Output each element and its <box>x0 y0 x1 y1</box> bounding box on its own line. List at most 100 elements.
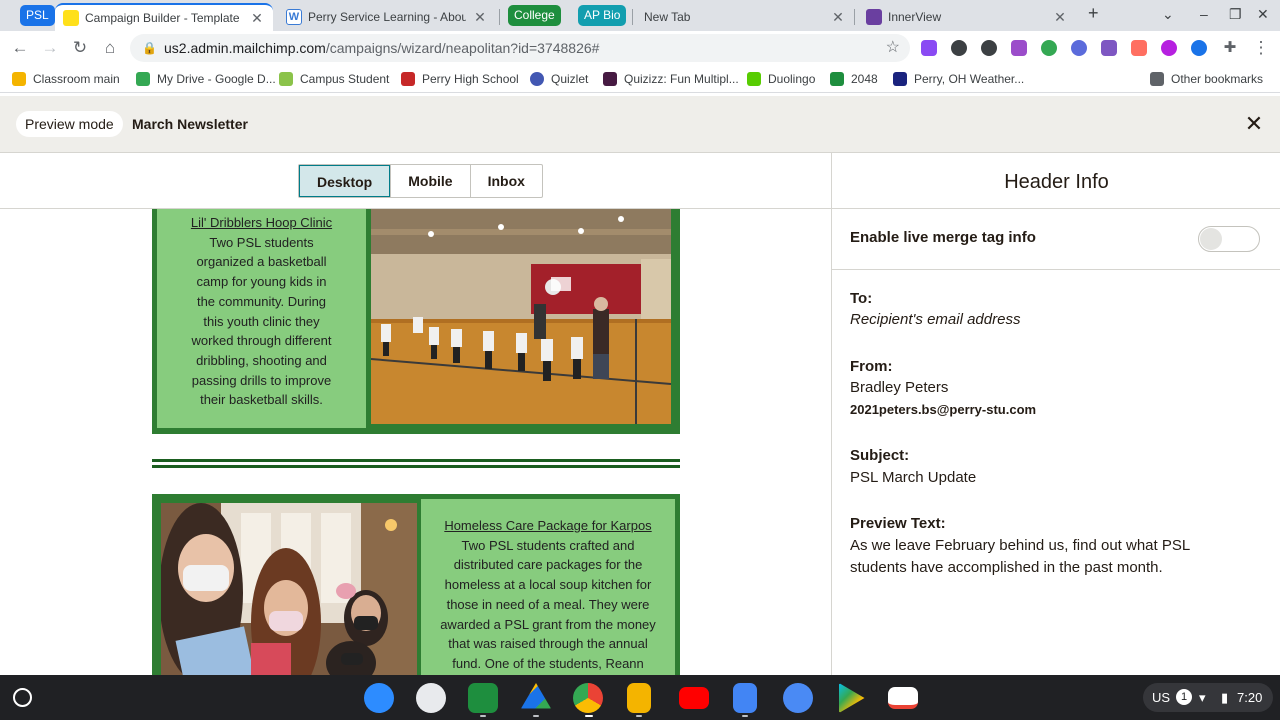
article-line: the community. During <box>196 293 327 309</box>
tab-innerview[interactable]: InnerView ✕ <box>858 3 1076 31</box>
tab-group-psl[interactable]: PSL <box>20 5 55 26</box>
email-preview-pane: Desktop Mobile Inbox Lil' Dribblers Hoop… <box>0 153 831 675</box>
files-icon[interactable] <box>783 683 813 713</box>
back-icon[interactable]: ← <box>9 37 31 59</box>
close-window-icon[interactable]: ✕ <box>1257 6 1269 23</box>
divider <box>832 208 1280 209</box>
clock: 7:20 <box>1237 690 1263 705</box>
tab-separator <box>499 9 500 25</box>
tab-new-tab[interactable]: New Tab ✕ <box>636 3 854 31</box>
extension-icon[interactable] <box>1101 40 1117 56</box>
article-line: their basketball skills. <box>200 392 323 408</box>
article-line: dribbling, shooting and <box>196 352 327 368</box>
tab-search-icon[interactable]: ⌄ <box>1162 6 1174 23</box>
header-info-panel: Header Info Enable live merge tag info T… <box>831 153 1280 675</box>
bookmark-item[interactable]: Classroom main <box>12 71 120 87</box>
chromeos-shelf: US 1 ▾ ▮ 7:20 <box>0 675 1280 720</box>
merge-tag-toggle[interactable] <box>1198 226 1260 252</box>
address-bar[interactable]: 🔒 us2.admin.mailchimp.com/campaigns/wiza… <box>130 34 910 62</box>
extension-icon[interactable] <box>1011 40 1027 56</box>
extension-icon[interactable] <box>1131 40 1147 56</box>
play-store-icon[interactable] <box>839 683 865 713</box>
bookmark-item[interactable]: Quizizz: Fun Multipl... <box>603 71 739 87</box>
desktop-view-button[interactable]: Desktop <box>299 165 391 197</box>
bookmark-item[interactable]: Quizlet <box>530 71 588 87</box>
bookmark-item[interactable]: My Drive - Google D... <box>136 71 276 87</box>
article-line: that was raised through the annual <box>448 636 648 652</box>
article-line: Two PSL students <box>209 234 314 250</box>
article-title[interactable]: Homeless Care Package for Karpos <box>421 516 675 536</box>
reload-icon[interactable]: ↻ <box>69 37 91 59</box>
extension-icon[interactable] <box>1161 40 1177 56</box>
article-line: organized a basketball <box>196 254 327 270</box>
zoom-icon[interactable] <box>364 683 394 713</box>
docs-icon[interactable] <box>733 683 757 713</box>
classroom-icon[interactable] <box>468 683 498 713</box>
article-line: passing drills to improve <box>191 372 332 388</box>
article-line: Two PSL students crafted and <box>461 537 635 553</box>
from-name: Bradley Peters <box>850 379 949 396</box>
camera-icon[interactable] <box>416 683 446 713</box>
innerview-favicon-icon <box>866 9 882 25</box>
close-tab-icon[interactable]: ✕ <box>830 9 846 26</box>
status-tray[interactable]: US 1 ▾ ▮ 7:20 <box>1143 683 1273 712</box>
tab-group-ap-bio[interactable]: AP Bio <box>578 5 627 26</box>
bookmark-item[interactable]: Duolingo <box>747 71 815 87</box>
extension-icon[interactable] <box>1041 40 1057 56</box>
email-body[interactable]: Lil' Dribblers Hoop Clinic Two PSL stude… <box>0 209 831 675</box>
url-host: us2.admin.mailchimp.com <box>164 40 326 56</box>
inbox-view-button[interactable]: Inbox <box>469 165 542 197</box>
running-indicator <box>585 715 593 717</box>
bookmark-star-icon[interactable]: ☆ <box>886 34 900 62</box>
home-icon[interactable]: ⌂ <box>99 37 121 59</box>
running-indicator <box>636 715 642 717</box>
menu-kebab-icon[interactable]: ⋮ <box>1250 37 1272 59</box>
tab-perry-service-learning[interactable]: W Perry Service Learning - About ✕ <box>278 3 496 31</box>
article-text: Lil' Dribblers Hoop Clinic Two PSL stude… <box>157 209 366 428</box>
browser-toolbar: ← → ↻ ⌂ 🔒 us2.admin.mailchimp.com/campai… <box>0 31 1280 65</box>
minimize-icon[interactable]: – <box>1200 6 1208 22</box>
article-line: awarded a PSL grant from the money <box>440 616 656 632</box>
close-tab-icon[interactable]: ✕ <box>1052 9 1068 26</box>
panel-title: Header Info <box>1004 171 1109 193</box>
slides-icon[interactable] <box>627 683 651 713</box>
drive-icon <box>136 72 150 86</box>
extension-icon[interactable] <box>921 40 937 56</box>
from-label: From: <box>850 358 893 375</box>
extension-icon[interactable] <box>951 40 967 56</box>
battery-icon: ▮ <box>1221 690 1229 705</box>
youtube-icon[interactable] <box>679 687 709 709</box>
close-tab-icon[interactable]: ✕ <box>472 9 488 26</box>
extension-icon[interactable] <box>1191 40 1207 56</box>
tab-campaign-builder[interactable]: Campaign Builder - Template De ✕ <box>55 3 273 31</box>
bookmark-item[interactable]: Campus Student <box>279 71 389 87</box>
bookmark-item[interactable]: 2048 <box>830 71 878 87</box>
drive-icon[interactable] <box>521 683 551 709</box>
forward-icon[interactable]: → <box>39 37 61 59</box>
chrome-icon[interactable] <box>573 683 603 713</box>
launcher-icon[interactable] <box>13 688 32 707</box>
folder-icon <box>1150 72 1164 86</box>
campus-icon <box>279 72 293 86</box>
mobile-view-button[interactable]: Mobile <box>390 165 469 197</box>
puzzle-extensions-icon[interactable]: ✚ <box>1219 37 1241 59</box>
to-label: To: <box>850 290 873 307</box>
extension-icon[interactable] <box>981 40 997 56</box>
tab-group-college[interactable]: College <box>508 5 561 26</box>
lock-icon: 🔒 <box>142 41 157 55</box>
divider <box>832 269 1280 270</box>
gmail-icon[interactable] <box>888 687 918 709</box>
extension-icon[interactable] <box>1071 40 1087 56</box>
browser-tab-strip: PSL Campaign Builder - Template De ✕ W P… <box>0 0 1280 31</box>
bookmark-item[interactable]: Perry, OH Weather... <box>893 71 1024 87</box>
2048-icon <box>830 72 844 86</box>
tab-title: Perry Service Learning - About <box>308 10 466 24</box>
maximize-icon[interactable]: ❐ <box>1229 6 1242 23</box>
close-preview-icon[interactable]: ✕ <box>1243 111 1265 137</box>
other-bookmarks[interactable]: Other bookmarks <box>1150 71 1263 87</box>
bookmark-item[interactable]: Perry High School <box>401 71 519 87</box>
tab-separator <box>632 9 633 25</box>
close-tab-icon[interactable]: ✕ <box>249 10 265 27</box>
new-tab-button[interactable]: + <box>1088 3 1099 24</box>
article-title[interactable]: Lil' Dribblers Hoop Clinic <box>157 213 366 233</box>
